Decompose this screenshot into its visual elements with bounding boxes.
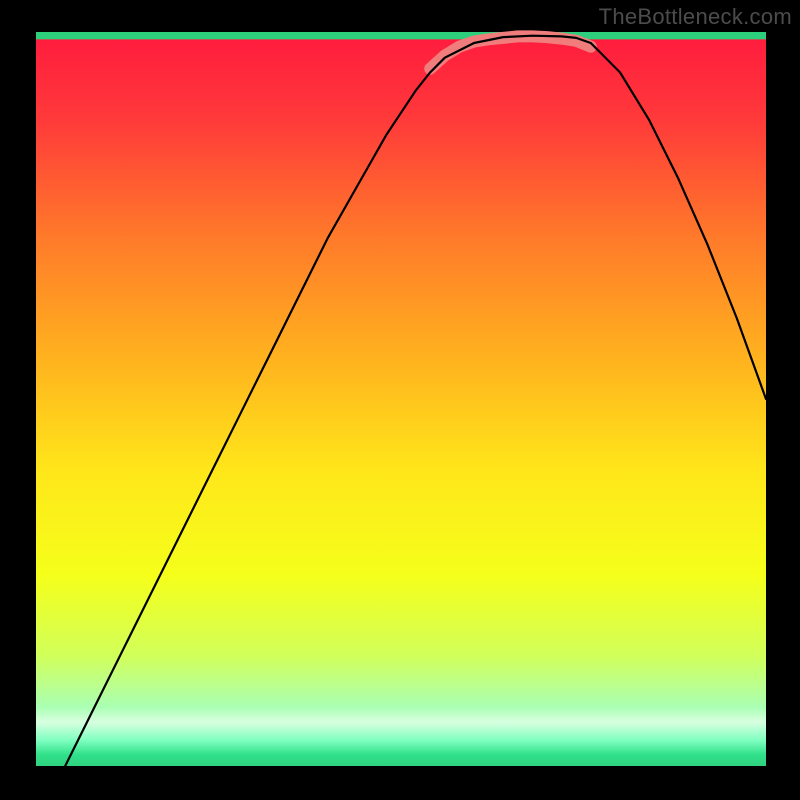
green-band [36, 32, 766, 39]
chart-svg [0, 0, 800, 800]
watermark-text: TheBottleneck.com [599, 4, 792, 30]
plot-background [36, 32, 766, 766]
chart-container: TheBottleneck.com [0, 0, 800, 800]
